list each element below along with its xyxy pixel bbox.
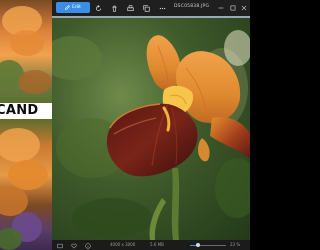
edit-image-button[interactable]: Edit bbox=[56, 2, 90, 13]
status-bar: 4000 x 3000 5.6 MB 23 % bbox=[52, 240, 250, 250]
viewer-toolbar: Edit DSC05838.JPG bbox=[52, 0, 250, 16]
copy-icon[interactable] bbox=[142, 4, 150, 12]
more-icon[interactable] bbox=[158, 4, 166, 12]
edit-button-label: Edit bbox=[72, 5, 81, 10]
zoom-percentage: 23 % bbox=[230, 242, 241, 247]
maximize-icon[interactable] bbox=[228, 3, 238, 13]
desktop-wallpaper: CAND bbox=[0, 0, 52, 250]
banner-text: CAND bbox=[0, 103, 39, 118]
close-icon[interactable] bbox=[239, 3, 249, 13]
image-dimensions: 4000 x 3000 bbox=[110, 242, 136, 247]
print-icon[interactable] bbox=[126, 4, 134, 12]
displayed-photo bbox=[52, 18, 250, 240]
info-icon[interactable] bbox=[84, 242, 91, 249]
file-name-title: DSC05838.JPG bbox=[174, 4, 210, 9]
wallpaper-banner: CAND bbox=[0, 103, 52, 119]
zoom-slider-knob[interactable] bbox=[196, 243, 201, 247]
filmstrip-icon[interactable] bbox=[56, 242, 63, 249]
photo-viewer-window: Edit DSC05838.JPG 4000 x 3000 5.6 MB 23 … bbox=[52, 0, 250, 250]
delete-icon[interactable] bbox=[110, 4, 118, 12]
zoom-slider[interactable] bbox=[190, 243, 226, 247]
rotate-icon[interactable] bbox=[94, 4, 102, 12]
edit-icon bbox=[65, 5, 71, 10]
minimize-icon[interactable] bbox=[216, 3, 226, 13]
screen: CAND Edit DSC05838.JPG 4000 x 3000 5.6 M… bbox=[0, 0, 250, 250]
image-file-size: 5.6 MB bbox=[150, 242, 164, 247]
heart-icon[interactable] bbox=[70, 242, 77, 249]
